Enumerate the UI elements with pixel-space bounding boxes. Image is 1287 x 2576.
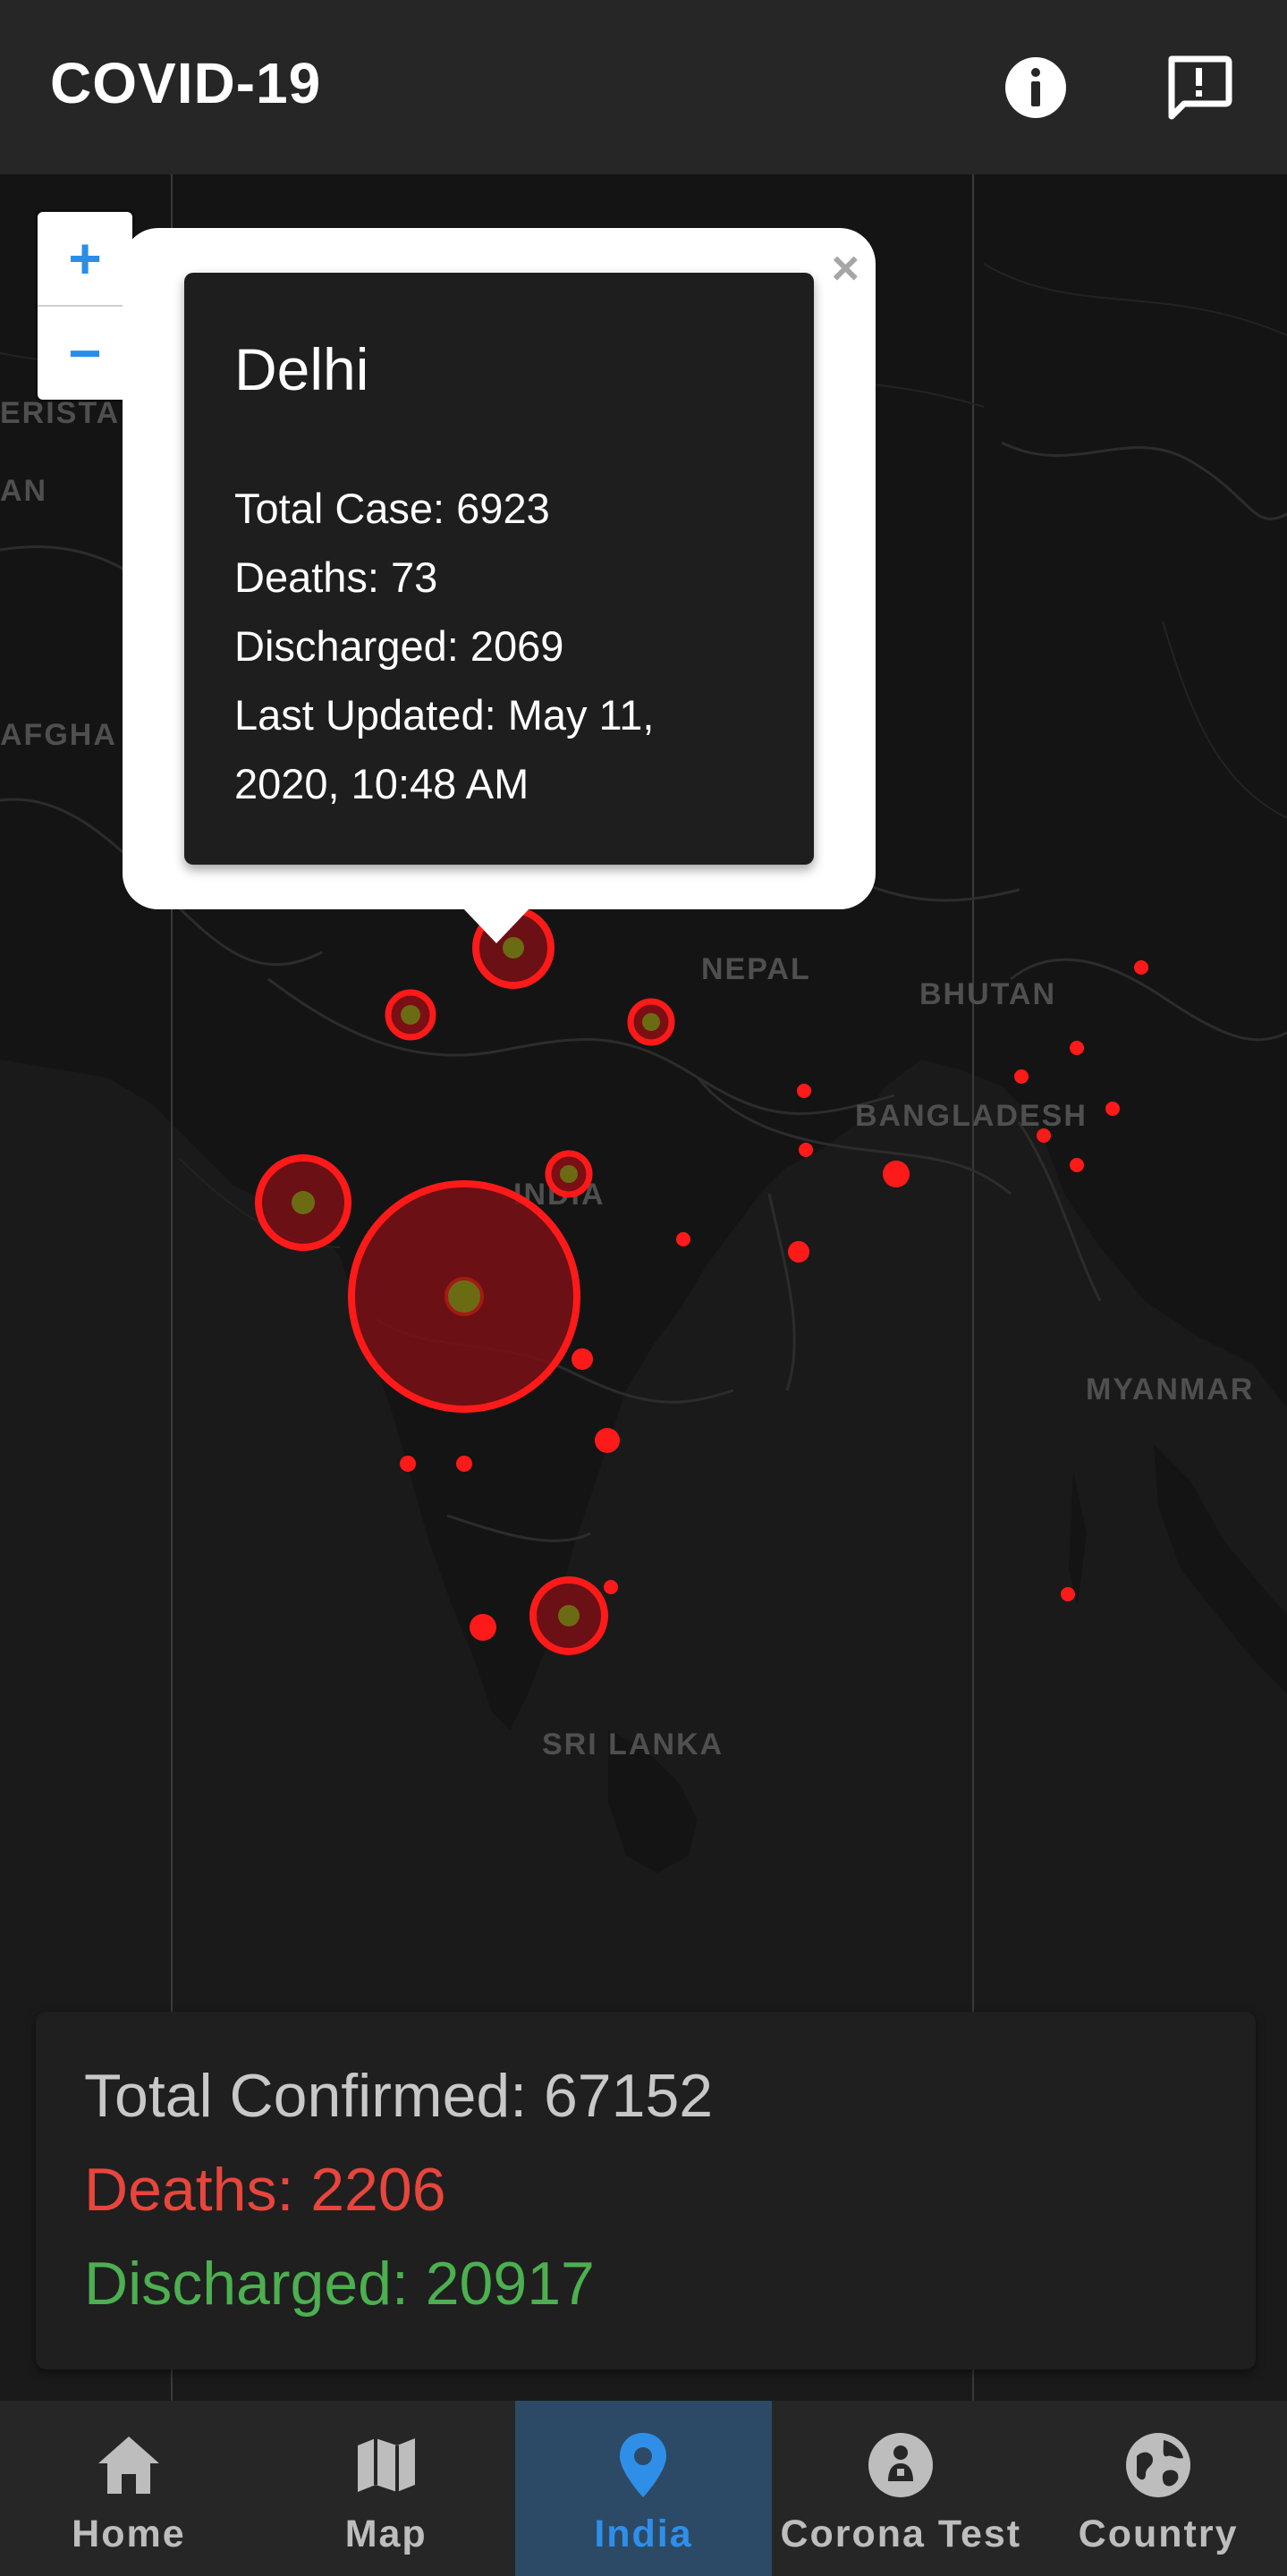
nav-country[interactable]: Country [1029, 2401, 1287, 2576]
nav-map[interactable]: Map [258, 2401, 515, 2576]
popup-total-case: Total Case: 6923 [234, 485, 550, 532]
summary-total-confirmed: Total Confirmed: 67152 [84, 2062, 714, 2130]
marker-tamil-nadu[interactable] [529, 1576, 608, 1655]
zoom-out-button[interactable]: − [38, 305, 132, 400]
summary-discharged: Discharged: 20917 [84, 2250, 595, 2318]
state-popup: × Delhi Total Case: 6923 Deaths: 73 Disc… [123, 228, 876, 943]
popup-close-button[interactable]: × [831, 241, 859, 296]
zoom-in-button[interactable]: + [38, 212, 132, 305]
info-icon [1005, 57, 1066, 118]
nav-map-label: Map [344, 2513, 428, 2555]
app-bar: COVID-19 [0, 0, 1287, 174]
feedback-icon [1168, 55, 1232, 120]
info-button[interactable] [1000, 52, 1071, 123]
zoom-control: + − [38, 212, 132, 400]
popup-state-name: Delhi [234, 336, 369, 402]
popup-deaths: Deaths: 73 [234, 553, 438, 601]
popup-details: Total Case: 6923 Deaths: 73 Discharged: … [234, 474, 654, 818]
nav-country-label: Country [1078, 2513, 1239, 2555]
nav-india[interactable]: India [514, 2401, 773, 2576]
nav-home[interactable]: Home [0, 2401, 258, 2576]
location-pin-icon [620, 2433, 667, 2497]
popup-last-updated-line-2: 2020, 10:48 AM [234, 760, 529, 807]
popup-card: Delhi Total Case: 6923 Deaths: 73 Discha… [184, 273, 814, 865]
popup-last-updated-line-1: Last Updated: May 11, [234, 691, 655, 739]
person-test-icon [868, 2433, 934, 2497]
india-summary-card: Total Confirmed: 67152 Deaths: 2206 Disc… [36, 2012, 1256, 2369]
nav-corona-test-label: Corona Test [780, 2513, 1022, 2555]
popup-discharged: Discharged: 2069 [234, 622, 564, 670]
feedback-button[interactable] [1163, 52, 1234, 123]
marker-maharashtra[interactable] [348, 1180, 580, 1413]
map-icon [357, 2438, 415, 2492]
summary-deaths: Deaths: 2206 [84, 2156, 446, 2224]
nav-corona-test[interactable]: Corona Test [772, 2401, 1029, 2576]
home-icon [97, 2437, 159, 2494]
marker-uttar-pradesh[interactable] [627, 998, 675, 1046]
popup-tip [462, 908, 530, 943]
nav-home-label: Home [72, 2513, 186, 2555]
globe-icon [1126, 2433, 1191, 2497]
marker-gujarat[interactable] [255, 1154, 351, 1251]
marker-rajasthan[interactable] [385, 989, 436, 1041]
nav-india-label: India [594, 2513, 693, 2555]
marker-madhya-pradesh[interactable] [545, 1150, 593, 1198]
bottom-navigation: Home Map India Corona Test Country [0, 2401, 1287, 2576]
app-title: COVID-19 [50, 51, 322, 115]
